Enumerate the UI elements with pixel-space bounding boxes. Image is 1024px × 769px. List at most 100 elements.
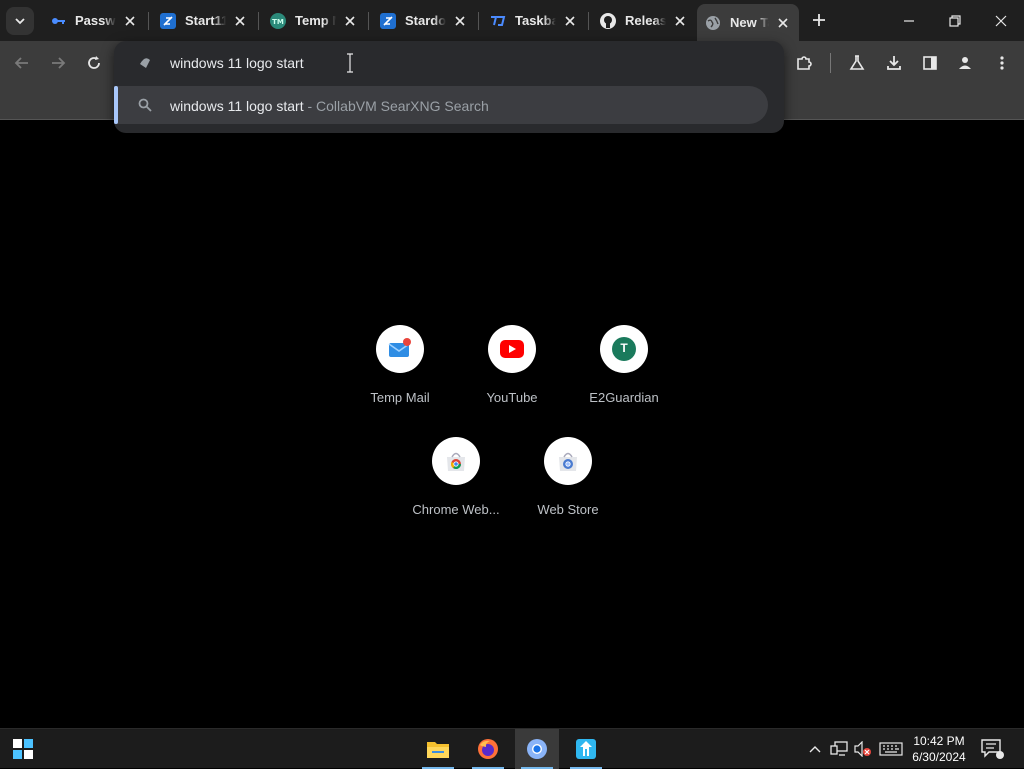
tab-label: Taskbar [515,13,556,28]
menu-button[interactable] [988,49,1016,77]
shortcut-tile [432,437,480,485]
tab-strip: Passwords Start11 TM Temp Mail Stardock … [0,0,1024,41]
shortcut-temp-mail[interactable]: Temp Mail [344,325,456,437]
more-vertical-icon [1000,56,1004,70]
shortcut-chrome-web-store[interactable]: Chrome Web... [400,437,512,549]
shortcut-label: Web Store [537,502,599,517]
tab-separator [368,12,369,30]
network-button[interactable] [829,739,849,759]
suggestion-text: windows 11 logo start - CollabVM SearXNG… [170,98,489,114]
shortcut-tile [376,325,424,373]
tab-releases[interactable]: Releases [592,4,696,37]
shortcut-web-store[interactable]: Web Store [512,437,624,549]
shortcut-tile [544,437,592,485]
shortcut-youtube[interactable]: YouTube [456,325,568,437]
tab-temp-mail[interactable]: TM Temp Mail [262,4,366,37]
clock-time: 10:42 PM [913,734,965,748]
shortcut-label: YouTube [486,390,538,405]
arrow-left-icon [14,57,28,69]
shortcut-letter: T [620,341,628,355]
keyboard-icon [879,742,903,756]
suggestion-query: windows 11 logo start [170,98,304,114]
profile-button[interactable] [951,49,979,77]
close-window-button[interactable] [978,0,1024,41]
key-icon [50,13,66,29]
address-input[interactable]: windows 11 logo start [170,55,304,71]
suggestion-row[interactable]: windows 11 logo start - CollabVM SearXNG… [114,86,768,124]
firefox-icon [478,739,498,759]
tab-stardock[interactable]: Stardock [372,4,476,37]
tab-taskbar[interactable]: Taskbar [482,4,586,37]
taskbar-file-explorer[interactable] [416,729,460,769]
reload-icon [88,56,100,69]
tab-separator [588,12,589,30]
tab-label: Passwords [75,13,116,28]
restore-button[interactable] [932,0,978,41]
extensions-button[interactable] [790,49,818,77]
puzzle-icon [797,56,812,70]
notification-icon [981,739,1004,759]
shortcut-label: Temp Mail [370,390,430,405]
svg-text:TM: TM [272,18,284,26]
chrome-web-store-icon [447,452,465,471]
close-icon[interactable] [562,13,578,29]
tab-separator [258,12,259,30]
toolbar-divider [830,53,831,73]
tab-new-tab[interactable]: New Tab [697,4,799,41]
close-icon[interactable] [232,13,248,29]
close-icon[interactable] [672,13,688,29]
side-panel-icon [923,56,937,70]
forward-button[interactable] [44,49,72,77]
volume-muted-icon [854,741,871,757]
tab-start11[interactable]: Start11 [152,4,256,37]
taskbar-firefox[interactable] [466,729,510,769]
new-tab-button[interactable] [808,9,830,31]
text-cursor-icon [346,53,354,73]
minimize-button[interactable] [886,0,932,41]
tab-label: New Tab [730,15,769,30]
selection-indicator [114,86,118,124]
stardock-icon [160,12,176,29]
tab-search-button[interactable] [6,7,34,35]
taskbar-chromium[interactable] [515,729,559,769]
omnibox-dropdown: windows 11 logo start windows 11 logo st… [114,41,784,133]
shortcut-label: Chrome Web... [412,502,500,517]
chromium-icon [527,739,547,759]
address-bar[interactable]: windows 11 logo start [114,41,784,85]
taskbar-start11[interactable] [564,729,608,769]
close-icon[interactable] [775,15,791,31]
download-icon [887,56,901,70]
side-panel-button[interactable] [916,49,944,77]
tab-separator [148,12,149,30]
clock-date: 6/30/2024 [912,750,966,764]
stardock-icon [380,12,396,29]
keyboard-button[interactable] [878,739,904,759]
chevron-down-icon [15,18,25,25]
start-icon [13,739,33,759]
downloads-button[interactable] [880,49,908,77]
shortcut-label: E2Guardian [589,390,659,405]
volume-button[interactable] [853,739,873,759]
page-icon [138,55,152,69]
minimize-icon [904,19,914,22]
tempmail-icon [388,338,411,357]
github-icon [600,12,616,29]
tab-passwords[interactable]: Passwords [42,4,146,37]
tempmail-icon: TM [270,12,286,29]
notifications-button[interactable] [980,738,1004,760]
file-explorer-icon [427,742,449,758]
close-icon[interactable] [342,13,358,29]
clock[interactable]: 10:42 PM 6/30/2024 [908,733,970,765]
close-icon[interactable] [452,13,468,29]
start-button[interactable] [1,729,45,769]
restore-icon [949,14,961,27]
arrow-right-icon [52,57,66,69]
tab-label: Releases [625,13,666,28]
reload-button[interactable] [80,49,108,77]
close-icon[interactable] [122,13,138,29]
labs-button[interactable] [843,49,871,77]
web-store-icon [559,452,577,471]
person-icon [959,57,971,69]
show-hidden-icons-button[interactable] [805,739,825,759]
back-button[interactable] [8,49,36,77]
